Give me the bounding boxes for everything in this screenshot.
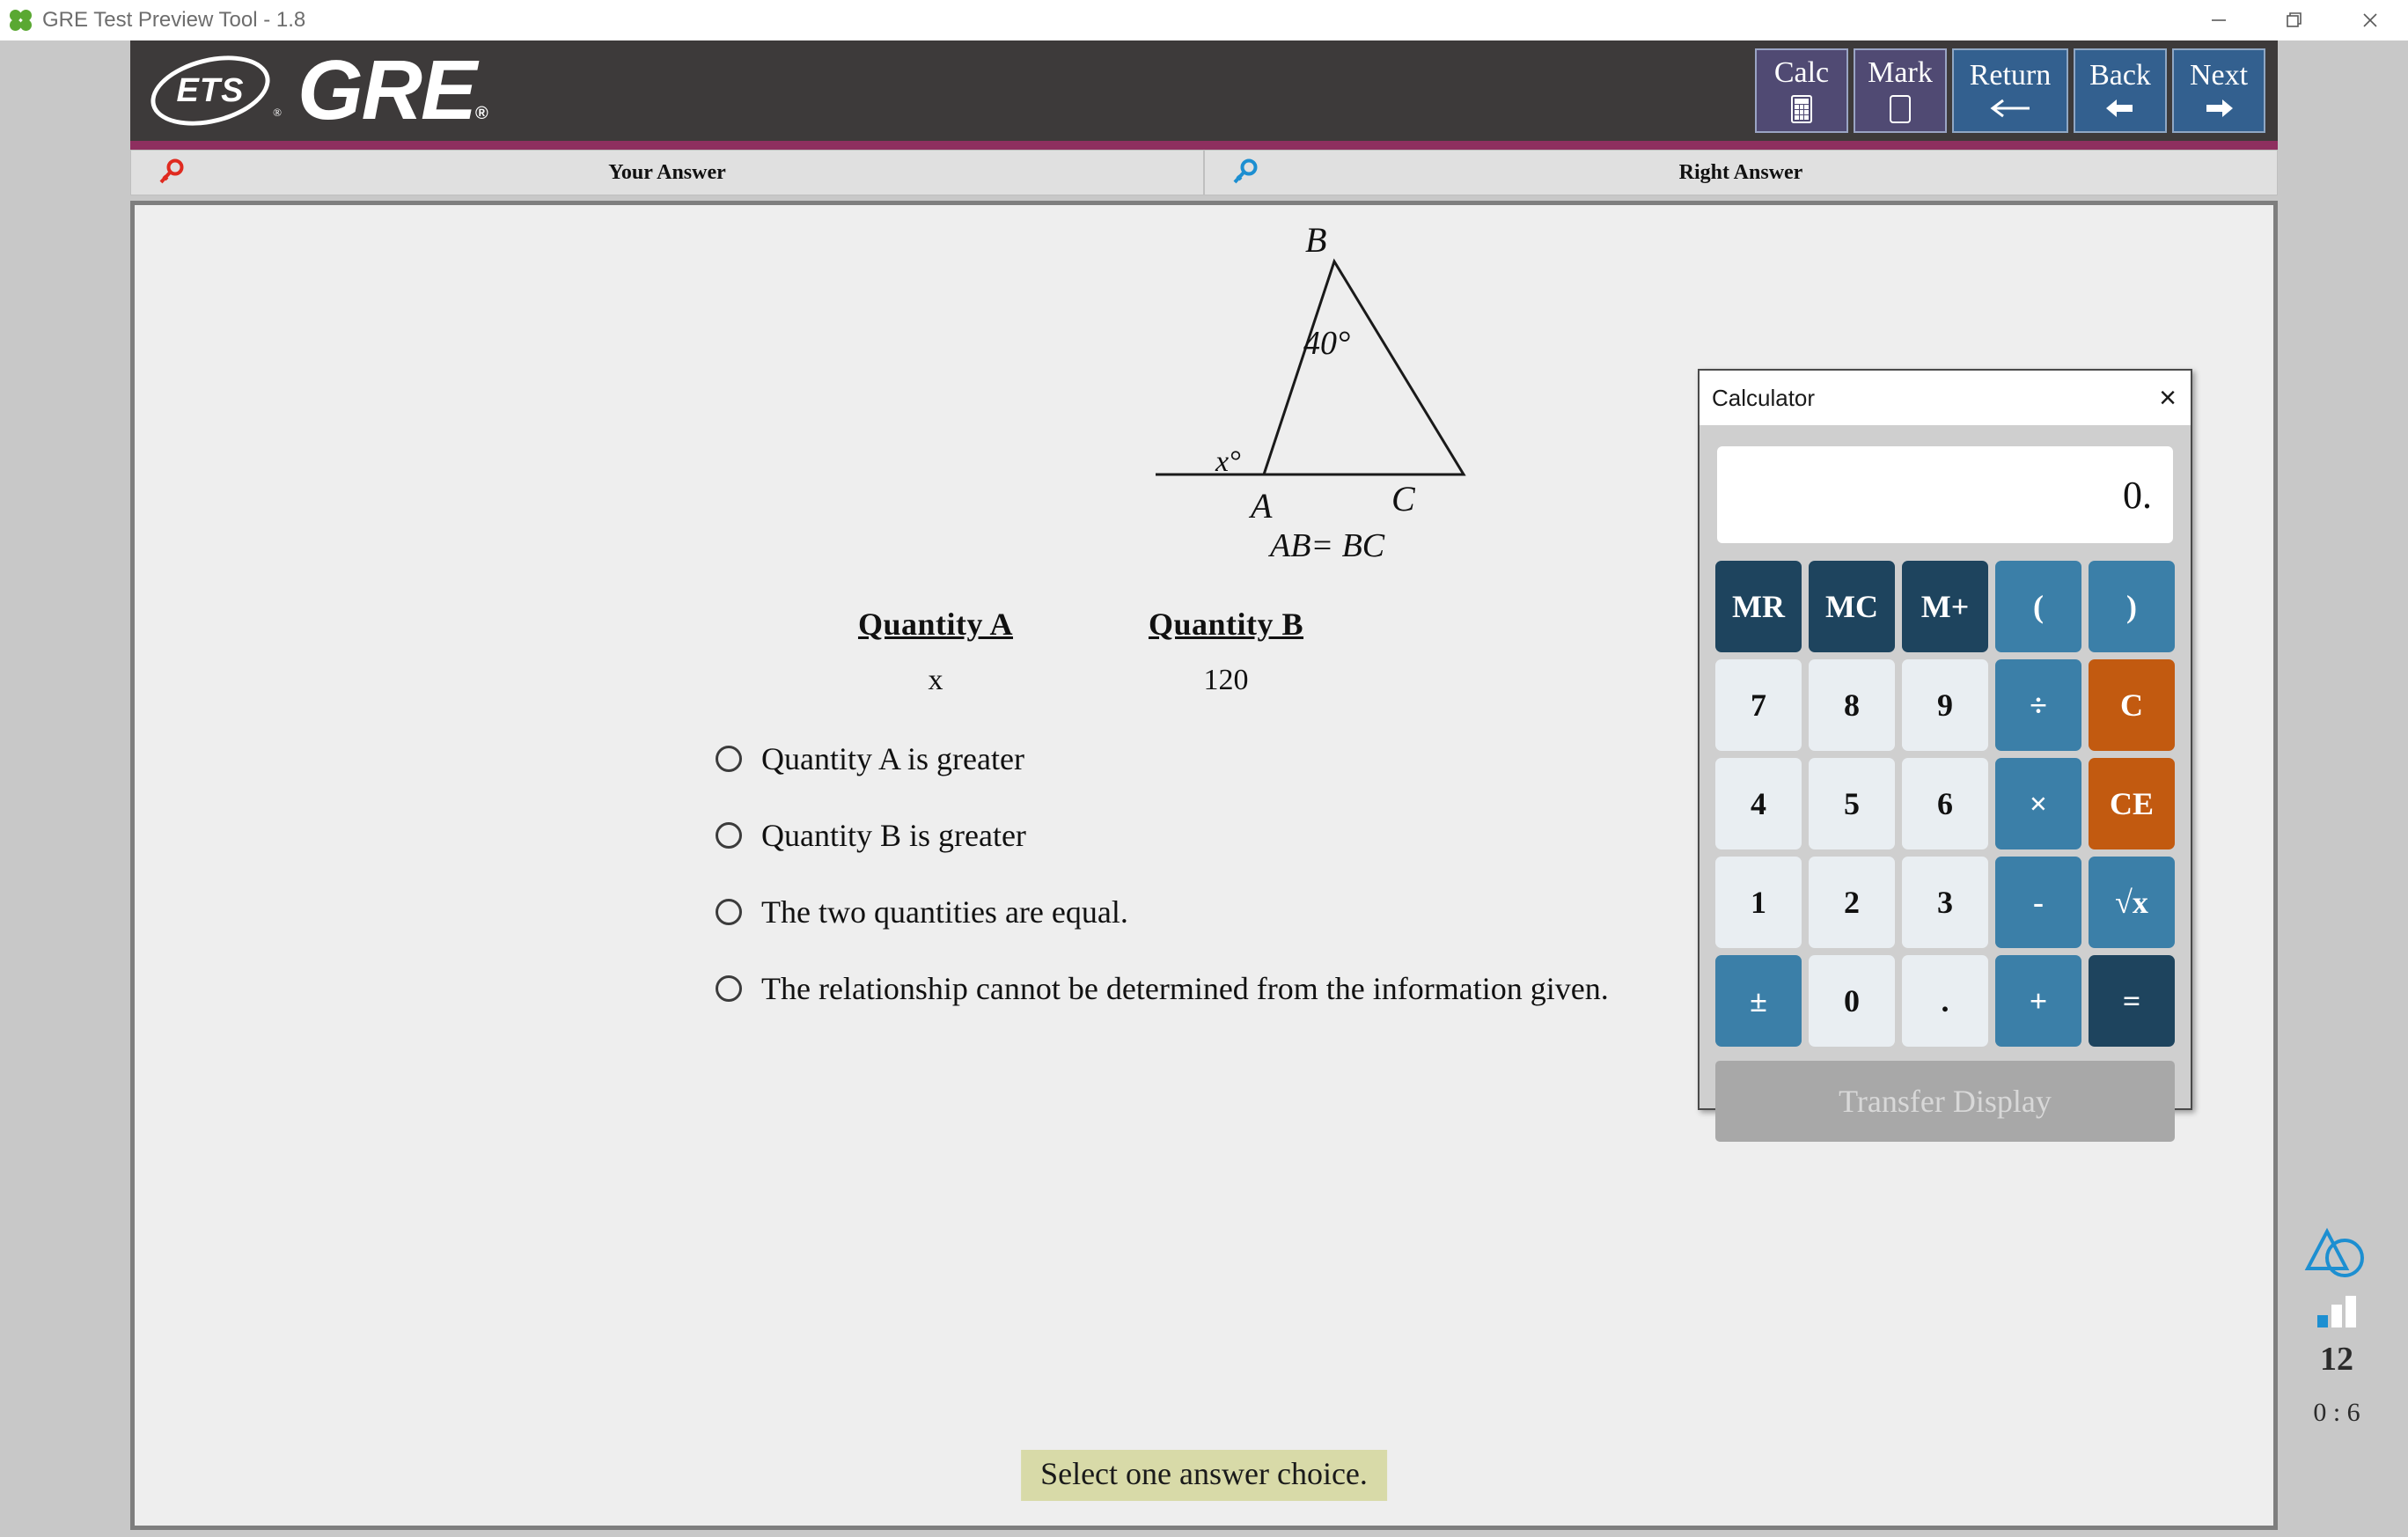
question-number: 12 xyxy=(2320,1341,2353,1378)
arrow-right-icon xyxy=(2206,99,2233,117)
clover-icon xyxy=(7,7,34,33)
brand-lockup: ETS ® GRE® xyxy=(143,42,488,139)
bookmark-square-icon xyxy=(1890,95,1911,123)
calc-key-open-paren[interactable]: ( xyxy=(1995,561,2081,652)
calc-key-plus[interactable]: + xyxy=(1995,955,2081,1047)
calculator-icon xyxy=(1791,95,1812,123)
ets-logo: ETS ® xyxy=(143,44,283,137)
quantity-b-value: 120 xyxy=(1203,664,1249,696)
figure-label-b: B xyxy=(1305,220,1327,260)
your-answer-panel[interactable]: Your Answer xyxy=(130,150,1204,195)
next-button[interactable]: Next xyxy=(2172,48,2265,133)
radio-button[interactable] xyxy=(716,822,742,849)
calc-key-2[interactable]: 2 xyxy=(1809,857,1895,948)
triangle-diagram-svg xyxy=(1156,258,1466,476)
calc-key-4[interactable]: 4 xyxy=(1715,758,1802,849)
calculator-keypad: MR MC M+ ( ) 7 8 9 ÷ C 4 5 6 × CE 1 2 3 … xyxy=(1715,561,2175,1047)
restore-icon[interactable] xyxy=(2257,0,2332,40)
quantity-a-value: x xyxy=(928,664,943,696)
calc-key-mc[interactable]: MC xyxy=(1809,561,1895,652)
figure-caption: AB= BC xyxy=(1270,527,1385,564)
radio-button[interactable] xyxy=(716,746,742,772)
figure-label-a: A xyxy=(1251,486,1273,526)
calc-key-plus-minus[interactable]: ± xyxy=(1715,955,1802,1047)
arrow-left-icon xyxy=(2106,99,2133,117)
answer-choice-label: Quantity A is greater xyxy=(761,741,1024,776)
next-button-label: Next xyxy=(2189,59,2249,92)
calc-key-6[interactable]: 6 xyxy=(1902,758,1988,849)
radio-button[interactable] xyxy=(716,899,742,925)
calc-key-close-paren[interactable]: ) xyxy=(2089,561,2175,652)
calc-key-5[interactable]: 5 xyxy=(1809,758,1895,849)
answer-choice-label: Quantity B is greater xyxy=(761,818,1026,853)
radio-button[interactable] xyxy=(716,975,742,1002)
gre-wordmark-text: GRE xyxy=(297,43,477,137)
triangle-figure: B 40° x° A C AB= BC xyxy=(1147,220,1534,575)
return-button[interactable]: Return xyxy=(1952,48,2068,133)
quantity-a-column: Quantity A x xyxy=(786,606,1085,697)
minimize-icon[interactable] xyxy=(2181,0,2257,40)
calc-key-equals[interactable]: = xyxy=(2089,955,2175,1047)
calc-key-clear[interactable]: C xyxy=(2089,659,2175,751)
quantity-a-heading: Quantity A xyxy=(857,607,1014,642)
quantity-b-column: Quantity B 120 xyxy=(1076,606,1376,697)
gre-wordmark: GRE® xyxy=(297,42,488,139)
question-content: B 40° x° A C AB= BC Quantity A x Quantit… xyxy=(130,201,2364,1530)
calc-key-8[interactable]: 8 xyxy=(1809,659,1895,751)
calculator-window[interactable]: Calculator × 0. MR MC M+ ( ) 7 8 9 ÷ C 4… xyxy=(1698,369,2192,1142)
quantity-b-heading: Quantity B xyxy=(1148,607,1304,642)
calc-key-3[interactable]: 3 xyxy=(1902,857,1988,948)
back-button[interactable]: Back xyxy=(2074,48,2167,133)
question-status-rail: 12 0 : 6 xyxy=(2275,1226,2398,1428)
calc-button[interactable]: Calc xyxy=(1755,48,1848,133)
calc-key-1[interactable]: 1 xyxy=(1715,857,1802,948)
ets-logo-text: ETS xyxy=(176,71,245,109)
calc-key-mr[interactable]: MR xyxy=(1715,561,1802,652)
calc-key-decimal[interactable]: . xyxy=(1902,955,1988,1047)
calculator-display: 0. xyxy=(1717,446,2173,543)
accent-strip xyxy=(130,141,2278,150)
calc-key-clear-entry[interactable]: CE xyxy=(2089,758,2175,849)
window-title: GRE Test Preview Tool - 1.8 xyxy=(42,8,306,32)
back-button-label: Back xyxy=(2089,59,2151,92)
calc-key-m-plus[interactable]: M+ xyxy=(1902,561,1988,652)
calculator-titlebar[interactable]: Calculator × xyxy=(1700,371,2191,425)
close-icon[interactable] xyxy=(2332,0,2408,40)
figure-label-c: C xyxy=(1391,479,1415,518)
window-titlebar: GRE Test Preview Tool - 1.8 xyxy=(0,0,2408,40)
arrow-left-long-icon xyxy=(1990,99,2030,118)
ets-registered-mark: ® xyxy=(273,106,282,119)
calc-key-square-root[interactable]: √x xyxy=(2089,857,2175,948)
instruction-banner: Select one answer choice. xyxy=(1021,1450,1387,1501)
your-answer-label: Your Answer xyxy=(608,160,726,184)
figure-angle-b: 40° xyxy=(1303,325,1351,362)
answer-status-bar: Your Answer Right Answer xyxy=(130,150,2278,195)
return-button-label: Return xyxy=(1969,59,2052,92)
calc-key-multiply[interactable]: × xyxy=(1995,758,2081,849)
calc-key-divide[interactable]: ÷ xyxy=(1995,659,2081,751)
answer-choice-label: The relationship cannot be determined fr… xyxy=(761,971,1609,1006)
answer-choice-label: The two quantities are equal. xyxy=(761,894,1128,930)
figure-angle-x: x° xyxy=(1215,445,1241,478)
transfer-display-button[interactable]: Transfer Display xyxy=(1715,1061,2175,1142)
right-answer-panel[interactable]: Right Answer xyxy=(1204,150,2278,195)
close-icon[interactable]: × xyxy=(2159,383,2177,413)
app-header: ETS ® GRE® Calc Mark Return Back Next xyxy=(130,40,2278,141)
toolbar: Calc Mark Return Back Next xyxy=(1755,48,2265,133)
calc-key-9[interactable]: 9 xyxy=(1902,659,1988,751)
calc-key-minus[interactable]: - xyxy=(1995,857,2081,948)
calc-button-label: Calc xyxy=(1773,56,1830,89)
mark-button-label: Mark xyxy=(1868,56,1933,89)
right-answer-label: Right Answer xyxy=(1678,160,1803,184)
window-controls xyxy=(2181,0,2408,40)
calc-key-7[interactable]: 7 xyxy=(1715,659,1802,751)
calc-key-0[interactable]: 0 xyxy=(1809,955,1895,1047)
gre-app: ETS ® GRE® Calc Mark Return Back Next Yo… xyxy=(130,40,2364,1537)
gre-registered-mark: ® xyxy=(475,104,488,123)
triangle-circle-icon xyxy=(2304,1227,2364,1277)
bar-progress-icon xyxy=(2316,1296,2358,1327)
timer-display: 0 : 6 xyxy=(2313,1398,2360,1427)
calculator-title: Calculator xyxy=(1712,384,1816,411)
mark-button[interactable]: Mark xyxy=(1854,48,1947,133)
